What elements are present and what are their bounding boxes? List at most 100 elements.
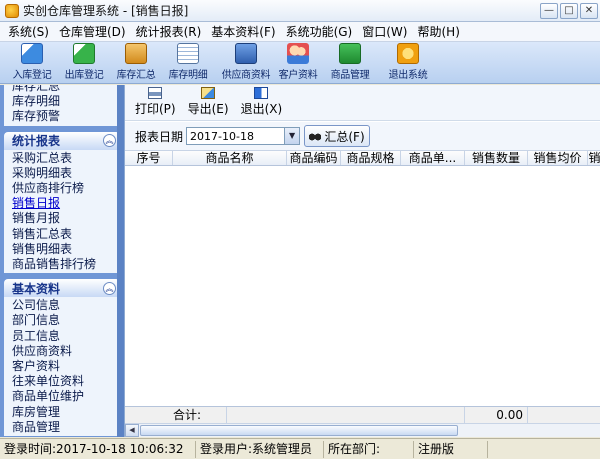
supplier-label: 供应商资料 [221, 70, 271, 81]
summarize-button[interactable]: 汇总(F) [304, 125, 371, 147]
collapse-icon[interactable]: ︽ [103, 134, 116, 148]
goods-label: 商品管理 [330, 70, 370, 81]
column-header-goods-spec[interactable]: 商品规格 [341, 151, 401, 165]
sidebar-section-reports-title: 统计报表 [12, 134, 61, 149]
goods-button[interactable]: 商品管理 [324, 43, 376, 83]
sidebar-item-warehouse-management[interactable]: 库房管理 [12, 405, 120, 420]
report-date-picker[interactable]: 2017-10-18 ▼ [186, 127, 301, 145]
chevron-down-icon[interactable]: ▼ [284, 128, 300, 144]
report-toolbar: 打印(P) 导出(E) 退出(X) [125, 85, 600, 121]
status-department: 所在部门: [324, 440, 414, 458]
menu-window[interactable]: 窗口(W) [362, 23, 407, 40]
sidebar-item-partner-data[interactable]: 往来单位资料 [12, 374, 120, 389]
print-label: 打印(P) [135, 102, 176, 116]
scroll-left-icon[interactable]: ◀ [125, 424, 139, 437]
binoculars-icon [309, 131, 322, 141]
stock-detail-button[interactable]: 库存明细 [162, 43, 214, 83]
sidebar-item-stock-detail[interactable]: 库存明细 [12, 94, 120, 109]
sidebar-item-goods-unit[interactable]: 商品单位维护 [12, 389, 120, 404]
stock-out-button[interactable]: 出库登记 [58, 43, 110, 83]
supplier-button[interactable]: 供应商资料 [220, 43, 272, 83]
stock-detail-label: 库存明细 [168, 70, 208, 81]
window-title: 实创仓库管理系统 - [销售日报] [23, 4, 189, 18]
summarize-label: 汇总(F) [324, 129, 365, 144]
sidebar-item-customer-data[interactable]: 客户资料 [12, 359, 120, 374]
column-header-goods-unit[interactable]: 商品单... [401, 151, 465, 165]
stock-in-icon [21, 43, 43, 64]
report-date-label: 报表日期 [135, 129, 184, 144]
export-button[interactable]: 导出(E) [188, 87, 229, 120]
stock-detail-icon [177, 43, 199, 64]
sidebar-section-reports-header[interactable]: 统计报表 ︽ [4, 131, 120, 150]
column-header-index[interactable]: 序号 [125, 151, 173, 165]
export-label: 导出(E) [187, 102, 229, 116]
goods-icon [339, 43, 361, 64]
sidebar-item-department-info[interactable]: 部门信息 [12, 313, 120, 328]
sidebar-item-purchase-detail[interactable]: 采购明细表 [12, 166, 120, 181]
sidebar-item-sales-detail[interactable]: 销售明细表 [12, 242, 120, 257]
sidebar-section-basic-header[interactable]: 基本资料 ︽ [4, 279, 120, 298]
grid-footer: 合计: 0.00 [125, 406, 600, 423]
column-header-avg-price[interactable]: 销售均价 [528, 151, 588, 165]
app-icon [5, 3, 19, 18]
sidebar-section-basic-title: 基本资料 [12, 281, 61, 296]
supplier-icon [235, 43, 257, 64]
minimize-button[interactable]: — [540, 2, 558, 19]
column-header-goods-name[interactable]: 商品名称 [173, 151, 287, 165]
horizontal-scrollbar[interactable]: ◀ [125, 423, 600, 437]
stock-in-label: 入库登记 [12, 70, 52, 81]
menu-basic-data[interactable]: 基本资料(F) [211, 23, 275, 40]
grid-body[interactable] [125, 166, 600, 406]
column-header-overflow[interactable]: 销 [588, 151, 600, 165]
status-login-time: 登录时间:2017-10-18 10:06:32 [0, 440, 196, 458]
menu-system[interactable]: 系统(S) [8, 23, 49, 40]
sidebar-basic-panel: 公司信息 部门信息 员工信息 供应商资料 客户资料 往来单位资料 商品单位维护 … [4, 297, 120, 437]
sidebar-item-sales-monthly[interactable]: 销售月报 [12, 211, 120, 226]
menu-reports[interactable]: 统计报表(R) [136, 23, 202, 40]
menu-help[interactable]: 帮助(H) [417, 23, 459, 40]
column-header-goods-code[interactable]: 商品编码 [287, 151, 341, 165]
sidebar: 库存汇总 库存明细 库存预警 统计报表 ︽ 采购汇总表 采购明细表 供应商排行榜… [0, 85, 124, 437]
grid-header: 序号 商品名称 商品编码 商品规格 商品单... 销售数量 销售均价 销 [125, 151, 600, 166]
exit-system-button[interactable]: 退出系统 [382, 43, 434, 83]
status-registration: 注册版 [414, 440, 488, 458]
menu-functions[interactable]: 系统功能(G) [286, 23, 353, 40]
print-button[interactable]: 打印(P) [135, 87, 176, 120]
status-bar: 登录时间:2017-10-18 10:06:32 登录用户:系统管理员 所在部门… [0, 438, 600, 459]
scroll-thumb[interactable] [140, 425, 458, 436]
stock-summary-button[interactable]: 库存汇总 [110, 43, 162, 83]
sidebar-item-sales-daily[interactable]: 销售日报 [12, 196, 120, 211]
sidebar-scrollbar[interactable] [117, 85, 124, 437]
customer-label: 客户资料 [278, 70, 318, 81]
exit-icon [397, 43, 419, 64]
total-quantity: 0.00 [465, 407, 528, 423]
sidebar-item-goods-management[interactable]: 商品管理 [12, 420, 120, 435]
stock-summary-label: 库存汇总 [116, 70, 156, 81]
status-login-user: 登录用户:系统管理员 [196, 440, 324, 458]
sidebar-item-supplier-ranking[interactable]: 供应商排行榜 [12, 181, 120, 196]
sidebar-item-stock-summary[interactable]: 库存汇总 [12, 85, 120, 94]
sidebar-item-company-info[interactable]: 公司信息 [12, 298, 120, 313]
stock-out-icon [73, 43, 95, 64]
printer-icon [148, 87, 163, 99]
report-grid: 序号 商品名称 商品编码 商品规格 商品单... 销售数量 销售均价 销 [125, 150, 600, 406]
customer-icon [287, 43, 309, 64]
sidebar-item-employee-info[interactable]: 员工信息 [12, 329, 120, 344]
sidebar-item-goods-sales-ranking[interactable]: 商品销售排行榜 [12, 257, 120, 272]
stock-in-button[interactable]: 入库登记 [6, 43, 58, 83]
sidebar-item-purchase-summary[interactable]: 采购汇总表 [12, 151, 120, 166]
quit-button[interactable]: 退出(X) [241, 87, 282, 120]
column-header-sales-qty[interactable]: 销售数量 [465, 151, 528, 165]
stock-out-label: 出库登记 [64, 70, 104, 81]
sidebar-stock-panel: 库存汇总 库存明细 库存预警 [4, 85, 120, 126]
menu-warehouse[interactable]: 仓库管理(D) [59, 23, 126, 40]
filter-row: 报表日期 2017-10-18 ▼ 汇总(F) [125, 122, 600, 150]
export-icon [201, 87, 216, 99]
sidebar-item-stock-alert[interactable]: 库存预警 [12, 109, 120, 124]
collapse-icon[interactable]: ︽ [103, 281, 116, 295]
sidebar-item-supplier-data[interactable]: 供应商资料 [12, 344, 120, 359]
maximize-button[interactable]: □ [560, 2, 578, 19]
sidebar-item-sales-summary[interactable]: 销售汇总表 [12, 227, 120, 242]
customer-button[interactable]: 客户资料 [272, 43, 324, 83]
close-button[interactable]: ✕ [580, 2, 598, 19]
